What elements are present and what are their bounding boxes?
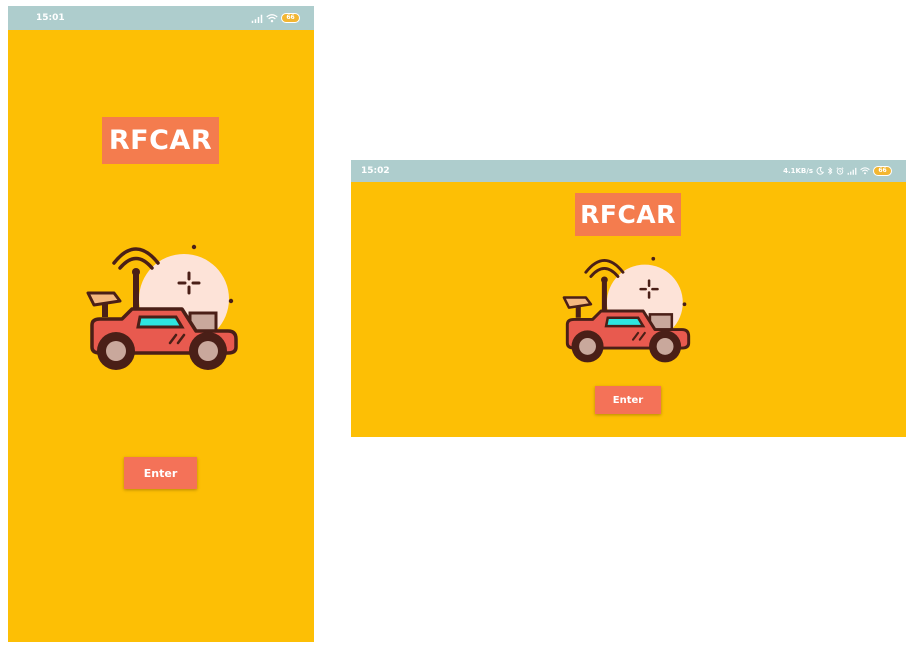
rc-car-icon (559, 252, 697, 370)
wifi-icon (266, 14, 278, 23)
app-logo: RFCAR (102, 117, 219, 164)
status-bar: 15:02 4.1KB/s 66 (351, 160, 906, 182)
battery-icon: 66 (873, 166, 892, 176)
battery-icon: 66 (281, 13, 300, 23)
landscape-screen: 15:02 4.1KB/s 66 RFCAR Enter (351, 160, 906, 437)
network-speed: 4.1KB/s (783, 167, 813, 175)
status-icons: 4.1KB/s 66 (783, 166, 892, 176)
bluetooth-icon (827, 167, 833, 175)
moon-icon (816, 167, 824, 175)
status-time: 15:01 (36, 13, 65, 23)
status-bar: 15:01 66 (8, 6, 314, 30)
portrait-screen: 15:01 66 RFCAR Enter (8, 6, 314, 642)
enter-button[interactable]: Enter (595, 386, 661, 414)
rc-car-icon (84, 239, 244, 379)
wifi-icon (860, 167, 870, 175)
signal-icon (251, 14, 263, 23)
status-icons: 66 (251, 13, 300, 23)
enter-button[interactable]: Enter (124, 457, 197, 489)
signal-icon (847, 167, 857, 175)
status-time: 15:02 (361, 166, 390, 176)
app-logo: RFCAR (575, 193, 681, 236)
alarm-icon (836, 167, 844, 175)
